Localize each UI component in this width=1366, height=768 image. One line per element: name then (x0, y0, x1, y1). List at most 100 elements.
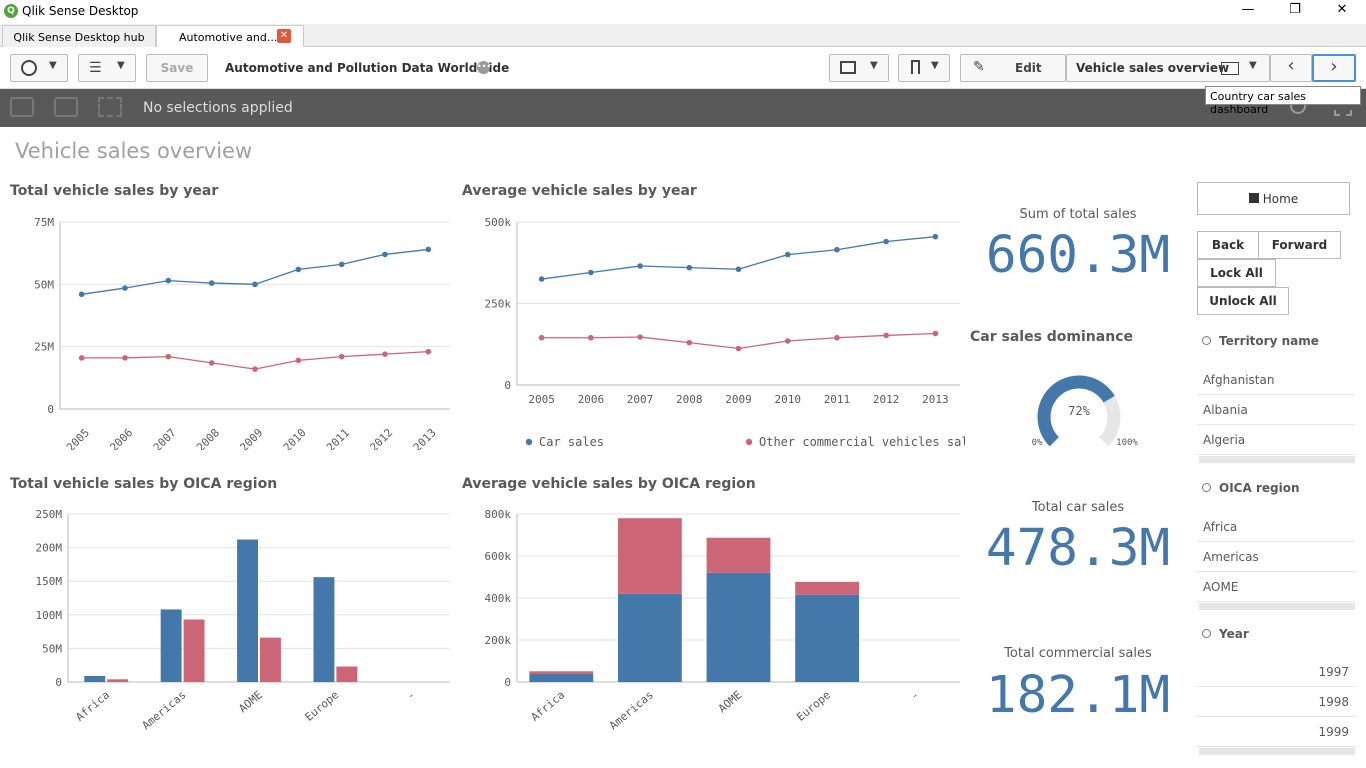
data-point (784, 338, 791, 344)
list-item-label: 1998 (1318, 695, 1349, 709)
chevron-right-icon: › (1330, 56, 1338, 77)
global-menu-button[interactable]: ☰ ▼ (78, 54, 136, 82)
bar (237, 539, 258, 682)
kpi-value: 660.3M (985, 226, 1171, 285)
data-point (834, 334, 840, 341)
year-filter[interactable]: Year 1997 1998 1999 (1197, 623, 1355, 753)
y-tick-label: 75M (34, 216, 54, 229)
x-tick-label: 2008 (676, 393, 703, 406)
pencil-icon: ✎ (973, 59, 985, 75)
list-item-label: Afghanistan (1203, 373, 1275, 387)
data-point (883, 332, 889, 339)
navigation-menu-button[interactable]: ▼ (10, 54, 68, 82)
app-info-icon[interactable]: ••• (477, 61, 491, 74)
step-back-icon[interactable] (10, 97, 34, 117)
data-point (932, 233, 939, 240)
sheet-selector[interactable]: Vehicle sales overview ▼ (1066, 54, 1270, 82)
qlik-app-icon: Q (4, 4, 18, 18)
data-point (588, 269, 594, 276)
kpi-value: 478.3M (985, 519, 1171, 578)
scrollbar[interactable] (1199, 456, 1355, 463)
chart-title: Total vehicle sales by year (10, 183, 219, 199)
restore-icon[interactable]: ❐ (1285, 2, 1305, 17)
data-point (295, 357, 302, 364)
next-sheet-button[interactable]: › (1312, 54, 1356, 82)
x-tick-label: 2010 (774, 393, 801, 406)
close-tab-icon[interactable]: ✕ (277, 29, 291, 43)
y-tick-label: 0 (504, 676, 511, 689)
data-point (425, 246, 432, 253)
average-sales-by-year-chart[interactable]: 0 250k 500k 2005 2006 2007 2008 2009 2010 2011 201… (455, 205, 966, 460)
list-item[interactable]: AOME (1197, 572, 1355, 602)
x-tick-label: Americas (140, 688, 189, 732)
x-tick-label: 2008 (194, 426, 222, 450)
gauge-min-label: 0% (1032, 438, 1043, 448)
bar (706, 537, 771, 573)
data-point (883, 238, 889, 245)
data-point (637, 263, 643, 269)
home-label: Home (1262, 192, 1299, 206)
lock-all-button[interactable]: Lock All (1197, 259, 1276, 287)
home-button[interactable]: Home (1197, 182, 1350, 215)
bar (618, 518, 682, 594)
legend-marker (745, 438, 753, 446)
edit-label: Edit (1015, 61, 1042, 75)
list-item[interactable]: Africa (1197, 512, 1355, 542)
bar (313, 577, 335, 682)
list-item-label: Albania (1203, 403, 1248, 417)
kpi-label: Total commercial sales (1004, 646, 1152, 661)
legend-label: Other commercial vehicles sales (759, 435, 965, 449)
car-dominance-gauge[interactable]: 72% 0% 100% (1020, 365, 1150, 450)
x-tick-label: AOME (716, 688, 745, 715)
y-tick-label: 800k (485, 508, 512, 521)
clear-selections-icon[interactable] (98, 97, 122, 117)
minimize-icon[interactable]: — (1238, 2, 1258, 17)
total-sales-by-year-chart[interactable]: 0 25M 50M 75M 2005 2006 2007 2008 2009 2010 2011 20… (0, 205, 455, 450)
y-tick-label: 250M (36, 508, 63, 521)
list-item-label: Algeria (1203, 433, 1246, 447)
list-item[interactable]: Afghanistan (1197, 365, 1355, 395)
tab-app[interactable]: Automotive and... ✕ (156, 25, 304, 47)
list-item[interactable]: 1998 (1197, 687, 1355, 717)
back-button[interactable]: Back (1197, 231, 1259, 259)
previous-sheet-button[interactable]: ‹ (1270, 54, 1312, 82)
y-tick-label: 400k (485, 592, 512, 605)
tooltip: Country car sales dashboard (1205, 86, 1361, 116)
save-button[interactable]: Save (146, 54, 208, 82)
present-button[interactable]: ▼ (829, 54, 889, 82)
close-window-icon[interactable]: ✕ (1332, 2, 1352, 17)
bar (529, 674, 594, 682)
oica-filter[interactable]: OICA region Africa Americas AOME (1197, 477, 1355, 607)
bookmark-button[interactable]: ▼ (898, 54, 950, 82)
list-item[interactable]: Albania (1197, 395, 1355, 425)
territory-filter[interactable]: Territory name Afghanistan Albania Alger… (1197, 330, 1355, 460)
list-item[interactable]: 1997 (1197, 657, 1355, 687)
home-icon (1248, 193, 1259, 203)
list-item[interactable]: 1999 (1197, 717, 1355, 747)
step-forward-icon[interactable] (54, 97, 78, 117)
scrollbar[interactable] (1199, 603, 1355, 610)
search-icon (1202, 336, 1211, 345)
series-line (81, 248, 429, 295)
list-item-label: 1997 (1318, 665, 1349, 679)
filter-title: Year (1219, 627, 1249, 641)
list-item[interactable]: Algeria (1197, 425, 1355, 455)
average-sales-by-region-chart[interactable]: 0 200k 400k 600k 800k Africa Americas AOME Europ… (455, 500, 965, 740)
scrollbar[interactable] (1199, 748, 1355, 755)
unlock-all-button[interactable]: Unlock All (1197, 287, 1289, 315)
forward-button[interactable]: Forward (1258, 231, 1341, 259)
app-title: Automotive and Pollution Data Worldwide (225, 61, 510, 75)
series-line (541, 236, 936, 280)
x-tick-label: 2011 (324, 426, 352, 450)
y-tick-label: 200M (36, 542, 63, 555)
total-sales-by-region-chart[interactable]: 0 50M 100M 150M 200M 250M Africa Americas AOME Eu… (0, 500, 455, 740)
y-tick-label: 500k (485, 216, 512, 229)
tab-hub[interactable]: Qlik Sense Desktop hub (2, 25, 156, 47)
legend-label: Car sales (539, 435, 604, 449)
x-tick-label: 2013 (411, 426, 439, 450)
filter-title: OICA region (1219, 481, 1300, 495)
bookmark-icon (911, 60, 920, 74)
edit-button[interactable]: ✎ Edit (960, 54, 1066, 82)
list-item[interactable]: Americas (1197, 542, 1355, 572)
data-point (588, 334, 594, 341)
